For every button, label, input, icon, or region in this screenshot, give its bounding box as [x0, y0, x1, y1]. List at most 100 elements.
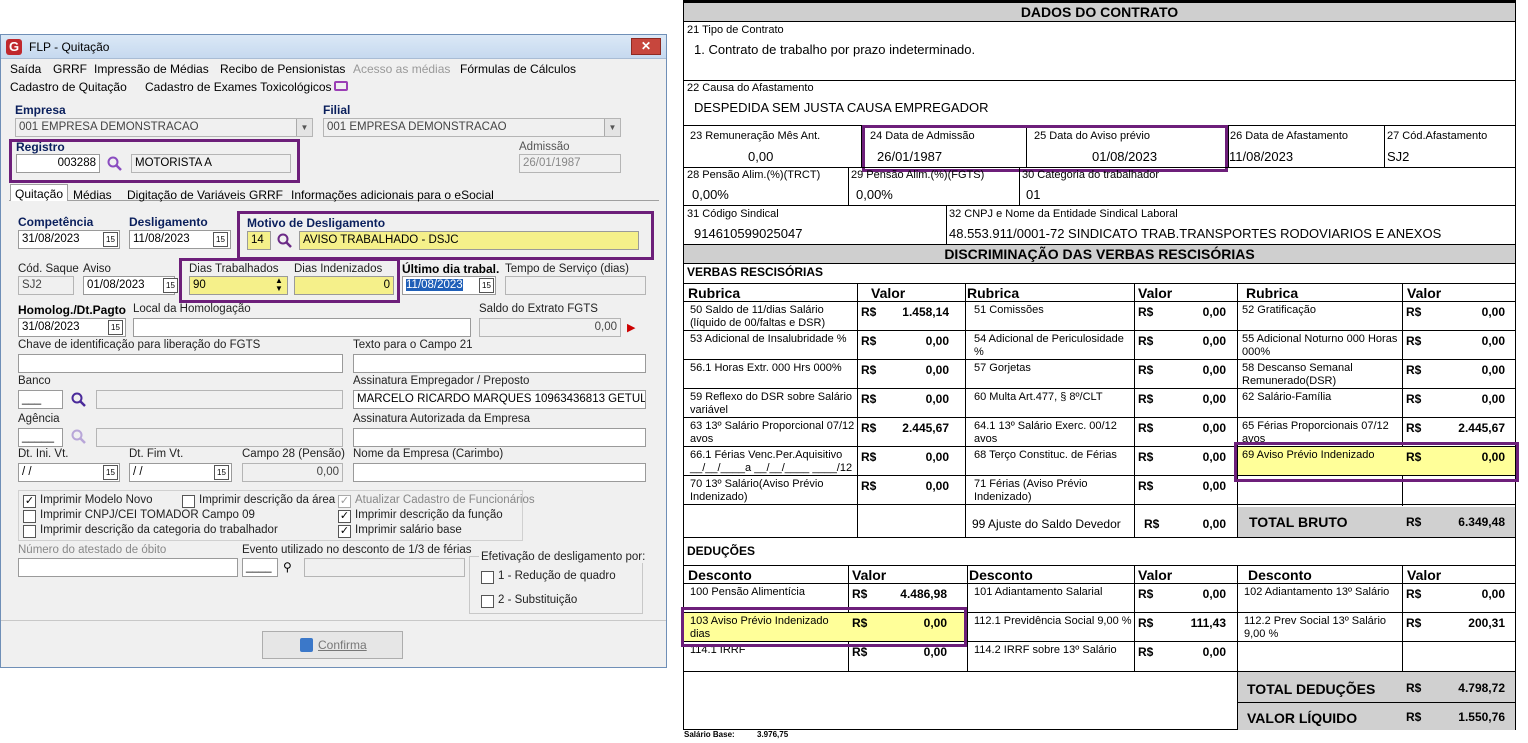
tab-info-esocial[interactable]: Informações adicionais para o eSocial — [287, 186, 498, 204]
f22-label: 22 Causa do Afastamento — [687, 82, 814, 94]
filial-select[interactable]: 001 EMPRESA DEMONSTRACAO — [323, 118, 621, 137]
rule — [967, 566, 968, 671]
menu-cadastro-quitacao[interactable]: Cadastro de Quitação — [10, 80, 127, 94]
checkbox-salario-base[interactable]: ✓ — [338, 525, 351, 538]
export-arrow-icon[interactable]: ▶ — [627, 321, 641, 334]
assinatura-emp-input[interactable]: MARCELO RICARDO MARQUES 10963436813 GETU… — [353, 390, 646, 409]
verba-rubrica: 54 Adicional de Periculosidade % — [974, 333, 1124, 358]
currency: R$ — [1406, 421, 1422, 435]
checkbox-categoria[interactable] — [23, 525, 36, 538]
calendar-icon[interactable]: 15 — [103, 232, 118, 247]
calendar-icon[interactable]: 15 — [163, 278, 178, 293]
registro-nome: MOTORISTA A — [131, 154, 291, 173]
binoculars-icon[interactable]: ⚲ — [283, 560, 297, 574]
rule — [857, 284, 858, 537]
empresa-select[interactable]: 001 EMPRESA DEMONSTRACAO — [15, 118, 313, 137]
f31-label: 31 Código Sindical — [687, 208, 779, 220]
deducao-valor: 0,00 — [1481, 587, 1505, 601]
currency: R$ — [1406, 681, 1422, 695]
evento-input[interactable]: ____ — [242, 558, 278, 577]
evento-label: Evento utilizado no desconto de 1/3 de f… — [242, 544, 472, 556]
checkbox-modelo-novo[interactable]: ✓ — [23, 495, 36, 508]
rule — [1237, 284, 1238, 537]
chave-fgts-input[interactable] — [18, 354, 343, 373]
f26-value: 11/08/2023 — [1229, 149, 1294, 164]
filial-dropdown-icon[interactable]: ▼ — [604, 119, 620, 136]
texto21-input[interactable] — [353, 354, 646, 373]
search-agencia-icon[interactable] — [71, 429, 87, 445]
search-banco-icon[interactable] — [71, 392, 87, 408]
rule — [848, 168, 849, 206]
verba-rubrica: 53 Adicional de Insalubridade % — [690, 333, 847, 345]
rule — [1019, 168, 1020, 206]
checkbox-substituicao[interactable] — [481, 595, 494, 608]
campo28-label: Campo 28 (Pensão) — [242, 448, 345, 460]
menu-impressao-medias[interactable]: Impressão de Médias — [94, 62, 209, 76]
menu-recibo-pensionistas[interactable]: Recibo de Pensionistas — [220, 62, 345, 76]
currency: R$ — [1406, 616, 1422, 630]
f27-label: 27 Cód.Afastamento — [1387, 130, 1488, 142]
tempo-servico-field — [505, 276, 646, 295]
search-motivo-icon[interactable] — [277, 233, 293, 249]
calendar-icon[interactable]: 15 — [108, 320, 123, 335]
col-valor: Valor — [1138, 567, 1173, 583]
assinatura-aut-input[interactable] — [353, 428, 646, 447]
currency: R$ — [1406, 392, 1422, 406]
checkbox-descricao-area[interactable] — [182, 495, 195, 508]
f23-label: 23 Remuneração Mês Ant. — [690, 130, 821, 142]
cod-saque-label: Cód. Saque — [18, 263, 79, 275]
spinner-icon[interactable]: ▲ ▼ — [272, 277, 286, 294]
registro-input[interactable]: 003288 — [16, 154, 100, 173]
f29-label: 29 Pensão Alim.(%)(FGTS) — [851, 169, 985, 181]
checkbox-atualizar-cadastro[interactable]: ✓ — [338, 495, 351, 508]
ajuste-value: 0,00 — [1202, 517, 1226, 531]
checkbox-reducao-quadro[interactable] — [481, 571, 494, 584]
banco-input[interactable]: ___ — [18, 390, 63, 409]
search-registro-icon[interactable] — [107, 156, 123, 172]
verba-rubrica: 58 Descanso Semanal Remunerado(DSR) — [1242, 362, 1353, 387]
verba-rubrica: 51 Comissões — [974, 304, 1044, 316]
col-valor: Valor — [1407, 285, 1442, 301]
empresa-dropdown-icon[interactable]: ▼ — [296, 119, 312, 136]
menu-saida[interactable]: Saída — [10, 62, 41, 76]
atestado-input[interactable] — [18, 558, 238, 577]
tab-medias[interactable]: Médias — [69, 186, 116, 204]
homolog-label: Homolog./Dt.Pagto — [18, 303, 126, 317]
verba-rubrica: 60 Multa Art.477, § 8º/CLT — [974, 391, 1103, 403]
menu-acesso-medias[interactable]: Acesso as médias — [353, 62, 450, 76]
empresa-value: 001 EMPRESA DEMONSTRACAO — [19, 121, 199, 133]
agencia-input[interactable]: _____ — [18, 428, 63, 447]
check-label: Imprimir salário base — [355, 524, 462, 536]
aviso-indenizado-highlight — [1234, 442, 1519, 482]
checkbox-descricao-funcao[interactable]: ✓ — [338, 510, 351, 523]
tab-digitacao-variaveis[interactable]: Digitação de Variáveis — [123, 186, 250, 204]
tab-grrf[interactable]: GRRF — [245, 186, 287, 204]
menu-grrf[interactable]: GRRF — [53, 62, 87, 76]
rule — [1134, 284, 1135, 537]
verba-rubrica: 56.1 Horas Extr. 000 Hrs 000% — [690, 362, 842, 374]
check-label: Imprimir descrição da função — [355, 509, 503, 521]
currency: R$ — [1138, 392, 1154, 406]
calendar-icon[interactable]: 15 — [213, 232, 228, 247]
nome-empresa-input[interactable] — [353, 463, 646, 482]
deducao-valor: 0,00 — [1202, 587, 1226, 601]
dias-ind-input[interactable]: 0 — [294, 276, 394, 295]
calendar-icon[interactable]: 15 — [103, 465, 118, 480]
close-button[interactable]: ✕ — [631, 38, 661, 55]
col-valor: Valor — [1407, 567, 1442, 583]
tab-quitacao[interactable]: Quitação — [10, 184, 69, 201]
menu-cadastro-exames[interactable]: Cadastro de Exames Toxicológicos — [145, 80, 332, 94]
calendar-icon[interactable]: 15 — [479, 278, 494, 293]
banco-label: Banco — [18, 375, 51, 387]
motivo-code-input[interactable]: 14 — [247, 231, 271, 250]
monitor-icon[interactable] — [334, 81, 348, 91]
dt-fim-vt-label: Dt. Fim Vt. — [129, 448, 184, 460]
rule — [684, 283, 1515, 284]
currency: R$ — [861, 421, 877, 435]
menu-formulas-calculos[interactable]: Fórmulas de Cálculos — [460, 62, 576, 76]
aviso-input[interactable]: 01/08/2023 — [83, 276, 175, 295]
calendar-icon[interactable]: 15 — [214, 465, 229, 480]
checkbox-cnpj-tomador[interactable] — [23, 510, 36, 523]
local-homolog-input[interactable] — [133, 318, 471, 337]
confirma-button[interactable]: Confirma — [262, 631, 403, 659]
